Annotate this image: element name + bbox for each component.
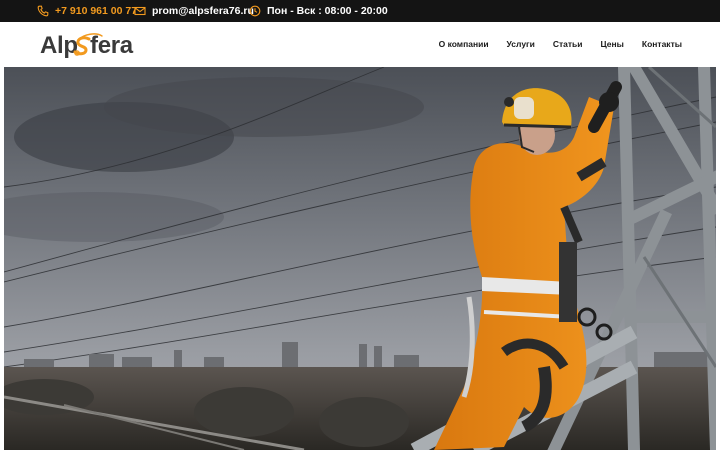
- svg-text:fera: fera: [90, 32, 134, 59]
- phone-icon: [37, 5, 49, 17]
- alpsfera-logo[interactable]: Alp fera: [40, 30, 164, 60]
- clock-icon: [249, 5, 261, 17]
- envelope-icon: [134, 6, 146, 16]
- working-hours-text: Пон - Вск : 08:00 - 20:00: [267, 5, 388, 17]
- top-contact-bar: +7 910 961 00 77 prom@alpsfera76.ru Пон …: [0, 0, 720, 22]
- main-navigation: О компании Услуги Статьи Цены Контакты: [439, 39, 682, 49]
- phone-number[interactable]: +7 910 961 00 77: [55, 5, 137, 17]
- nav-item-services[interactable]: Услуги: [507, 39, 535, 49]
- hero-photo-climber-on-tower: [4, 67, 716, 450]
- hero-banner: [4, 67, 716, 450]
- working-hours: Пон - Вск : 08:00 - 20:00: [249, 5, 388, 17]
- nav-item-contacts[interactable]: Контакты: [642, 39, 682, 49]
- email-contact[interactable]: prom@alpsfera76.ru: [134, 5, 254, 17]
- svg-text:Alp: Alp: [40, 32, 78, 59]
- nav-item-prices[interactable]: Цены: [600, 39, 623, 49]
- site-header: Alp fera О компании Услуги Статьи Цены К…: [0, 22, 720, 67]
- nav-item-articles[interactable]: Статьи: [553, 39, 583, 49]
- email-address[interactable]: prom@alpsfera76.ru: [152, 5, 254, 17]
- nav-item-about[interactable]: О компании: [439, 39, 489, 49]
- phone-contact[interactable]: +7 910 961 00 77: [37, 5, 137, 17]
